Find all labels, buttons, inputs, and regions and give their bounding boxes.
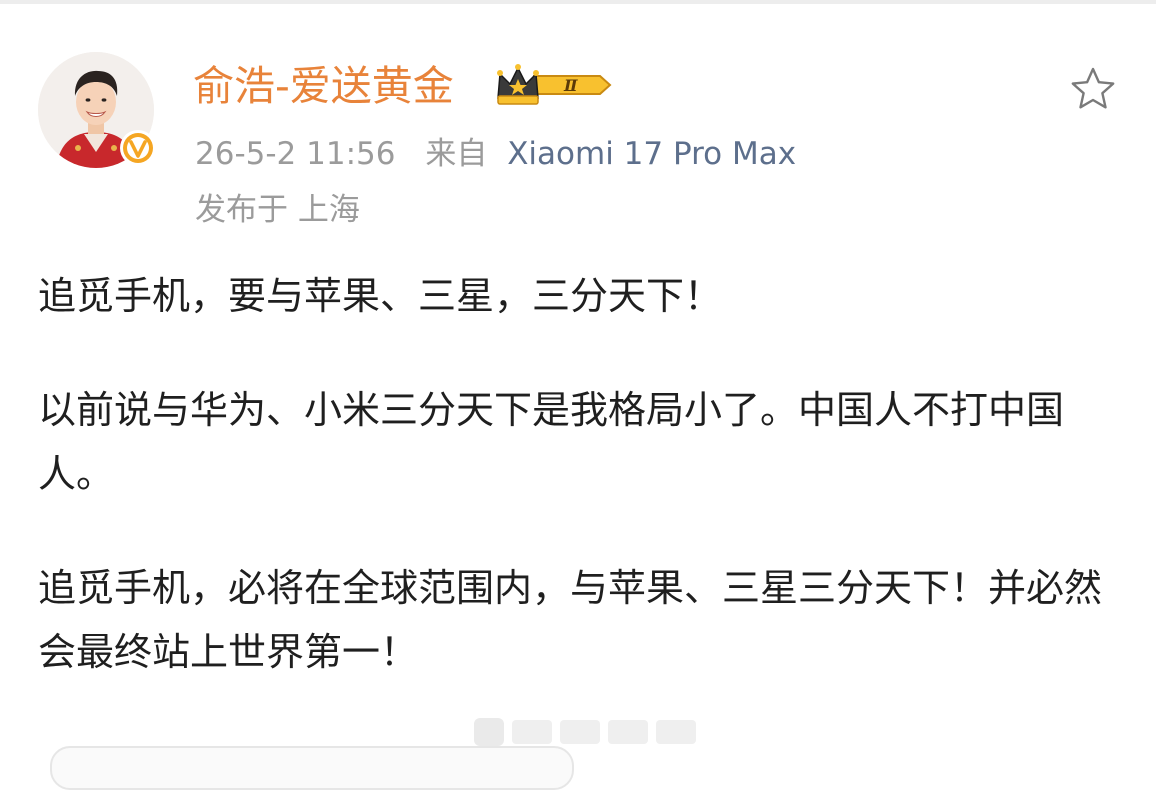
post-paragraph-3: 追觅手机，必将在全球范围内，与苹果、三星三分天下！并必然会最终站上世界第一！ [38, 566, 1103, 674]
crown-vip-icon[interactable]: Ⅱ [494, 62, 612, 108]
source-device-link[interactable]: Xiaomi 17 Pro Max [507, 136, 796, 172]
post-paragraph-2: 以前说与华为、小米三分天下是我格局小了。中国人不打中国人。 [38, 388, 1065, 496]
top-divider [0, 0, 1156, 4]
star-outline-icon[interactable] [1068, 64, 1118, 114]
post-location: 发布于 上海 [195, 192, 360, 228]
embedded-card-preview[interactable] [50, 746, 574, 790]
username[interactable]: 俞浩-爱送黄金 [193, 58, 454, 114]
source-label: 来自 [425, 136, 488, 172]
post-timestamp: 26-5-2 11:56 [195, 136, 396, 172]
vip-level-text: Ⅱ [563, 76, 578, 95]
post-paragraph-1: 追觅手机，要与苹果、三星，三分天下！ [38, 274, 723, 318]
post-meta: 26-5-2 11:56 来自 Xiaomi 17 Pro Max [195, 132, 796, 176]
verified-v-icon [120, 130, 156, 166]
post-content: 追觅手机，要与苹果、三星，三分天下！ 以前说与华为、小米三分天下是我格局小了。中… [38, 264, 1128, 684]
